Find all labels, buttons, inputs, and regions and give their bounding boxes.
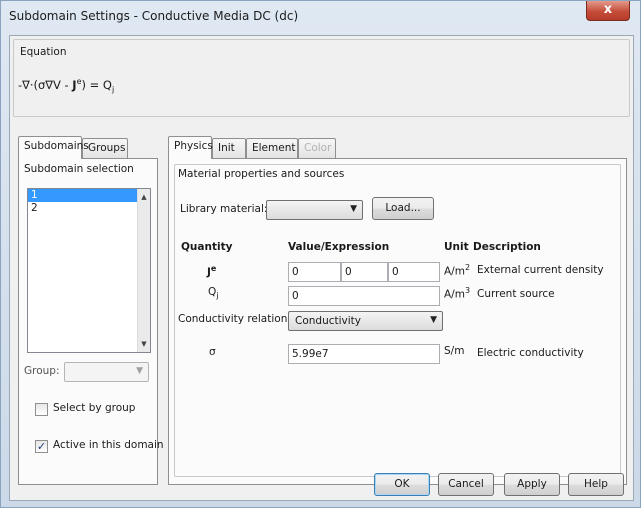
equation-Q-sub: j: [112, 85, 115, 95]
qj-unit-base: A/m: [444, 288, 465, 301]
je-x-input[interactable]: 0: [288, 262, 341, 282]
chevron-down-icon: ▼: [136, 366, 143, 376]
library-material-combo[interactable]: ▼: [266, 200, 363, 220]
checkmark-icon: ✓: [36, 440, 47, 453]
load-button[interactable]: Load...: [372, 197, 434, 220]
close-button[interactable]: x: [586, 1, 630, 21]
cancel-button[interactable]: Cancel: [438, 473, 494, 496]
help-button[interactable]: Help: [568, 473, 624, 496]
dialog-client-area: Equation -∇·(σ∇V - Je) = Qj Subdomains G…: [9, 35, 634, 501]
header-value: Value/Expression: [288, 241, 390, 253]
je-symbol: Je: [207, 264, 216, 279]
je-unit: A/m2: [444, 263, 470, 278]
active-in-domain-checkbox[interactable]: ✓: [35, 440, 48, 453]
tab-element[interactable]: Element: [246, 138, 298, 159]
subdomain-list[interactable]: 1 2 ▲ ▼: [27, 188, 151, 353]
je-z-input[interactable]: 0: [388, 262, 440, 282]
apply-button[interactable]: Apply: [504, 473, 560, 496]
subdomains-panel: Subdomain selection 1 2 ▲ ▼ Group: ▼ Sel…: [18, 158, 164, 485]
qj-unit-exp: 3: [464, 286, 471, 295]
qj-description: Current source: [477, 288, 555, 300]
scroll-up-icon[interactable]: ▲: [138, 191, 150, 203]
sigma-input[interactable]: 5.99e7: [288, 344, 440, 364]
header-description: Description: [473, 241, 541, 253]
group-combo[interactable]: ▼: [64, 362, 149, 382]
conductivity-relation-combo[interactable]: Conductivity ▼: [288, 311, 443, 331]
dialog-window: Subdomain Settings - Conductive Media DC…: [0, 0, 641, 508]
je-description: External current density: [477, 264, 604, 276]
equation-group: Equation -∇·(σ∇V - Je) = Qj: [13, 39, 630, 117]
qj-symbol-sub: j: [216, 291, 219, 301]
sigma-description: Electric conductivity: [477, 347, 584, 359]
conductivity-relation-value: Conductivity: [295, 315, 361, 327]
equation-formula: -∇·(σ∇V - Je) = Qj: [18, 77, 114, 94]
list-scrollbar[interactable]: ▲ ▼: [137, 189, 150, 352]
active-in-domain-label: Active in this domain: [53, 439, 164, 451]
group-label: Group:: [24, 365, 60, 377]
library-material-label: Library material:: [180, 203, 268, 215]
je-unit-exp: 2: [464, 263, 471, 272]
list-item[interactable]: 2: [28, 202, 137, 215]
qj-input[interactable]: 0: [288, 286, 440, 306]
chevron-down-icon: ▼: [350, 204, 357, 214]
je-unit-base: A/m: [444, 265, 465, 278]
tab-physics[interactable]: Physics: [168, 136, 213, 159]
tab-groups[interactable]: Groups: [82, 138, 128, 159]
subdomain-selection-label: Subdomain selection: [24, 163, 134, 175]
list-item[interactable]: 1: [28, 189, 137, 202]
conductivity-relation-label: Conductivity relation:: [178, 313, 291, 325]
tab-subdomains[interactable]: Subdomains: [18, 136, 89, 159]
window-title: Subdomain Settings - Conductive Media DC…: [9, 9, 299, 23]
equation-label: Equation: [20, 46, 67, 58]
tab-color: Color: [298, 138, 336, 159]
equation-part-2: ) = Q: [81, 77, 113, 92]
je-y-input[interactable]: 0: [341, 262, 388, 282]
title-bar[interactable]: Subdomain Settings - Conductive Media DC…: [1, 1, 641, 35]
material-properties-label: Material properties and sources: [178, 168, 345, 180]
header-quantity: Quantity: [181, 241, 233, 253]
scroll-down-icon[interactable]: ▼: [138, 338, 150, 350]
je-symbol-sup: e: [210, 264, 217, 273]
equation-part-1: -∇·(σ∇V -: [18, 77, 73, 92]
sigma-unit: S/m: [444, 345, 465, 357]
sigma-symbol: σ: [209, 346, 216, 358]
header-unit: Unit: [444, 241, 469, 253]
select-by-group-label: Select by group: [53, 402, 136, 414]
qj-unit: A/m3: [444, 286, 470, 301]
tab-init[interactable]: Init: [212, 138, 246, 159]
ok-button[interactable]: OK: [374, 473, 430, 496]
close-icon: x: [603, 2, 613, 17]
qj-symbol: Qj: [208, 286, 219, 300]
physics-panel: Material properties and sources Library …: [168, 158, 627, 485]
chevron-down-icon: ▼: [430, 315, 437, 325]
select-by-group-checkbox[interactable]: [35, 403, 48, 416]
material-properties-group: Material properties and sources Library …: [174, 164, 621, 477]
